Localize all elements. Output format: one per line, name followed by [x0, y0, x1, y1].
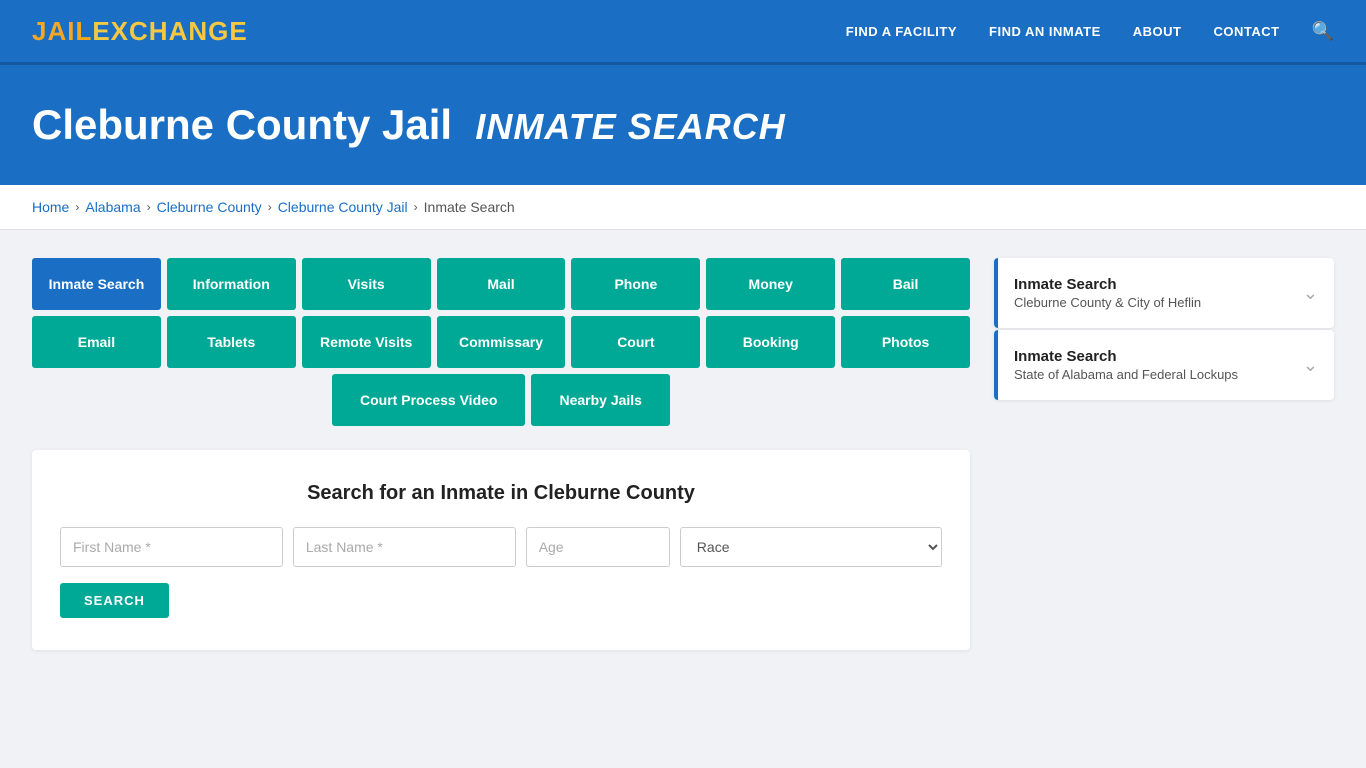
nav-find-inmate[interactable]: FIND AN INMATE [989, 24, 1101, 39]
hero-section: Cleburne County Jail INMATE SEARCH [0, 65, 1366, 185]
breadcrumb-sep-1: › [75, 200, 79, 214]
site-logo[interactable]: JAILEXCHANGE [32, 16, 248, 47]
chevron-down-icon-1: ⌄ [1303, 283, 1318, 304]
sidebar-card-2: Inmate Search State of Alabama and Feder… [994, 330, 1334, 400]
search-button[interactable]: SEARCH [60, 583, 169, 618]
sidebar-card-2-text: Inmate Search State of Alabama and Feder… [1014, 348, 1238, 382]
breadcrumb-sep-2: › [147, 200, 151, 214]
sidebar-card-2-title: Inmate Search [1014, 348, 1238, 365]
hero-title-sub: INMATE SEARCH [475, 106, 785, 147]
search-icon[interactable]: 🔍 [1312, 21, 1334, 42]
breadcrumb-current: Inmate Search [424, 199, 515, 215]
breadcrumb-bar: Home › Alabama › Cleburne County › Clebu… [0, 185, 1366, 230]
nav-buttons-row3: Court Process Video Nearby Jails [32, 374, 970, 426]
sidebar-card-2-inner[interactable]: Inmate Search State of Alabama and Feder… [998, 330, 1334, 400]
btn-commissary[interactable]: Commissary [437, 316, 566, 368]
logo-text: JAIL [32, 16, 92, 46]
btn-email[interactable]: Email [32, 316, 161, 368]
nav-buttons-row1: Inmate Search Information Visits Mail Ph… [32, 258, 970, 310]
breadcrumb-jail[interactable]: Cleburne County Jail [278, 199, 408, 215]
breadcrumb-home[interactable]: Home [32, 199, 69, 215]
nav-find-facility[interactable]: FIND A FACILITY [846, 24, 957, 39]
btn-mail[interactable]: Mail [437, 258, 566, 310]
last-name-input[interactable] [293, 527, 516, 567]
chevron-down-icon-2: ⌄ [1303, 355, 1318, 376]
site-header: JAILEXCHANGE FIND A FACILITY FIND AN INM… [0, 0, 1366, 65]
breadcrumb-sep-4: › [414, 200, 418, 214]
search-form-fields: Race White Black Hispanic Asian Other [60, 527, 942, 567]
breadcrumb-sep-3: › [268, 200, 272, 214]
btn-information[interactable]: Information [167, 258, 296, 310]
btn-booking[interactable]: Booking [706, 316, 835, 368]
btn-court-process-video[interactable]: Court Process Video [332, 374, 525, 426]
sidebar-card-1: Inmate Search Cleburne County & City of … [994, 258, 1334, 328]
age-input[interactable] [526, 527, 670, 567]
btn-tablets[interactable]: Tablets [167, 316, 296, 368]
nav-buttons-row2: Email Tablets Remote Visits Commissary C… [32, 316, 970, 368]
btn-remote-visits[interactable]: Remote Visits [302, 316, 431, 368]
right-sidebar: Inmate Search Cleburne County & City of … [994, 258, 1334, 402]
breadcrumb: Home › Alabama › Cleburne County › Clebu… [32, 199, 1334, 215]
sidebar-card-1-text: Inmate Search Cleburne County & City of … [1014, 276, 1201, 310]
hero-title-main: Cleburne County Jail [32, 101, 452, 148]
sidebar-card-2-subtitle: State of Alabama and Federal Lockups [1014, 367, 1238, 382]
sidebar-card-1-inner[interactable]: Inmate Search Cleburne County & City of … [998, 258, 1334, 328]
btn-inmate-search[interactable]: Inmate Search [32, 258, 161, 310]
breadcrumb-county[interactable]: Cleburne County [157, 199, 262, 215]
page-title: Cleburne County Jail INMATE SEARCH [32, 101, 1334, 149]
main-nav: FIND A FACILITY FIND AN INMATE ABOUT CON… [846, 21, 1334, 42]
btn-photos[interactable]: Photos [841, 316, 970, 368]
main-content: Inmate Search Information Visits Mail Ph… [0, 230, 1366, 678]
btn-money[interactable]: Money [706, 258, 835, 310]
left-column: Inmate Search Information Visits Mail Ph… [32, 258, 970, 650]
logo-accent: EXCHANGE [92, 16, 247, 46]
nav-about[interactable]: ABOUT [1133, 24, 1182, 39]
breadcrumb-alabama[interactable]: Alabama [85, 199, 140, 215]
btn-bail[interactable]: Bail [841, 258, 970, 310]
first-name-input[interactable] [60, 527, 283, 567]
search-form-container: Search for an Inmate in Cleburne County … [32, 450, 970, 650]
search-form-title: Search for an Inmate in Cleburne County [60, 482, 942, 505]
btn-nearby-jails[interactable]: Nearby Jails [531, 374, 670, 426]
btn-phone[interactable]: Phone [571, 258, 700, 310]
sidebar-card-1-title: Inmate Search [1014, 276, 1201, 293]
race-select[interactable]: Race White Black Hispanic Asian Other [680, 527, 942, 567]
btn-visits[interactable]: Visits [302, 258, 431, 310]
btn-court[interactable]: Court [571, 316, 700, 368]
sidebar-card-1-subtitle: Cleburne County & City of Heflin [1014, 295, 1201, 310]
nav-contact[interactable]: CONTACT [1213, 24, 1279, 39]
